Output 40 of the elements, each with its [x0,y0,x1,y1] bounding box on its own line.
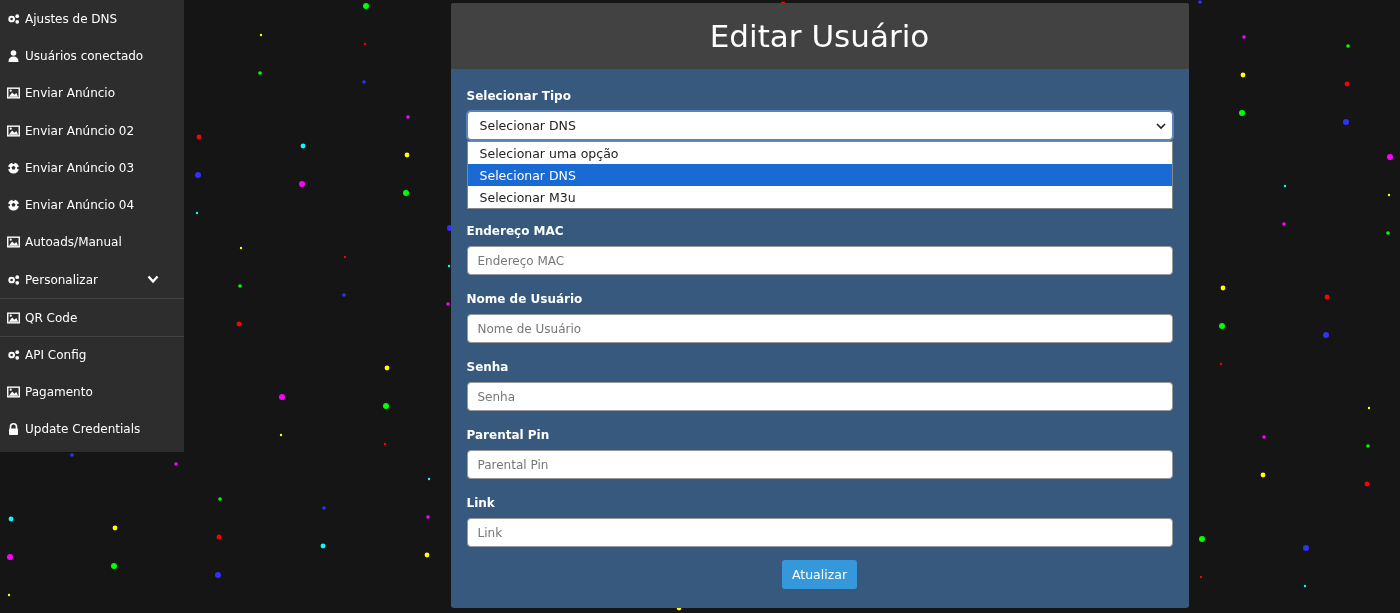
field-label: Parental Pin [466,428,551,442]
gears-icon [7,348,20,361]
lock-icon [7,422,20,435]
sidebar-item[interactable]: API Config [0,335,184,373]
sidebar-item[interactable]: Update Credentials [0,410,184,448]
gears-icon [7,12,20,25]
image-icon [7,385,20,398]
image-icon [7,311,20,324]
chevron-down-icon [147,275,159,285]
sidebar-item[interactable]: Enviar Anúncio 02 [0,111,184,150]
chevron-down-icon [1155,121,1166,130]
field-label: Nome de Usuário [466,292,584,306]
input-field[interactable]: Nome de Usuário [466,314,1173,343]
sidebar-item[interactable]: Enviar Anúncio [0,74,184,112]
input-field[interactable]: Link [466,518,1173,547]
sidebar-item[interactable]: Ajustes de DNS [0,0,184,38]
sidebar-item[interactable]: Pagamento [0,372,184,411]
form-title: Editar Usuário [709,18,930,54]
input-field[interactable]: Senha [466,382,1173,411]
user-icon [7,49,20,62]
input-field[interactable]: Endereço MAC [466,246,1173,275]
dropdown-option[interactable]: Selecionar uma opção [467,142,1172,164]
field-label: Selecionar Tipo [466,89,572,103]
sidebar-item[interactable]: Enviar Anúncio 04 [0,186,184,224]
sidebar-item[interactable]: Enviar Anúncio 03 [0,149,184,187]
gears-icon [7,273,20,286]
sidebar-item[interactable]: Personalizar [0,261,184,299]
input-field[interactable]: Parental Pin [466,450,1173,479]
sidebar-item[interactable]: Usuários conectado [0,37,184,75]
sidebar-item[interactable]: Autoads/Manual [0,223,184,262]
image-icon [7,124,20,137]
field-label: Senha [466,360,510,374]
field-label: Link [466,496,496,510]
image-icon [7,87,20,100]
field-label: Endereço MAC [466,224,565,238]
dropdown-option[interactable]: Selecionar M3u [467,186,1172,208]
sidebar-item[interactable]: QR Code [0,298,184,336]
dropdown-option[interactable]: Selecionar DNS [467,164,1172,186]
type-select[interactable]: Selecionar DNS [466,111,1173,140]
image-icon [7,236,20,249]
